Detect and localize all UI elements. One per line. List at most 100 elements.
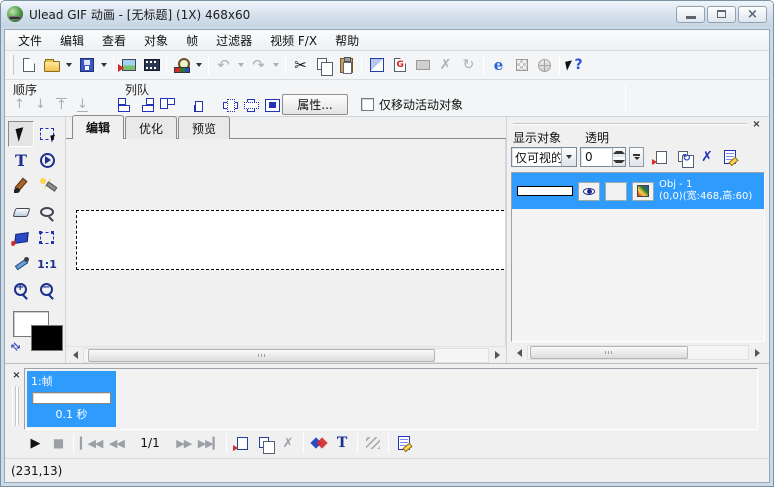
menu-item-edit[interactable]: 编辑 [51, 30, 93, 51]
scroll-left-button[interactable] [67, 348, 83, 363]
add-text-animation-button[interactable]: T [331, 432, 353, 454]
titlebar[interactable]: Ulead GIF 动画 - [无标题] (1X) 468x60 × [1, 1, 773, 27]
align-left-button[interactable] [115, 95, 136, 114]
minimize-button[interactable] [676, 6, 705, 23]
select-tool[interactable] [8, 121, 34, 147]
scroll-right-button[interactable] [489, 348, 505, 363]
zoom-in-tool[interactable]: + [8, 277, 34, 303]
separator [73, 433, 74, 453]
add-object-button[interactable] [651, 147, 671, 167]
menu-item-video-fx[interactable]: 视频 F/X [261, 30, 326, 51]
scroll-track[interactable] [527, 345, 749, 360]
move-active-only-checkbox[interactable] [361, 98, 374, 111]
fill-tool[interactable] [8, 225, 34, 251]
menu-item-filters[interactable]: 过滤器 [207, 30, 261, 51]
object-properties-button[interactable] [720, 147, 740, 167]
spin-down-button[interactable] [613, 157, 625, 166]
frame-panel-close-button[interactable]: × [10, 369, 23, 381]
gif-optimizer-button[interactable]: G [388, 54, 411, 77]
swap-colors-icon[interactable]: ⇄ [8, 339, 24, 355]
eyedropper-tool[interactable] [8, 251, 34, 277]
separator [625, 84, 626, 112]
brush-tool[interactable] [8, 173, 34, 199]
separator [113, 55, 114, 75]
panel-grip[interactable] [513, 123, 747, 125]
object-visibility-toggle[interactable] [578, 182, 600, 201]
scroll-right-button[interactable] [749, 345, 765, 360]
properties-button[interactable]: 属性... [282, 94, 348, 115]
menu-item-help[interactable]: 帮助 [326, 30, 368, 51]
save-dropdown[interactable] [98, 54, 110, 77]
crop-button[interactable] [365, 54, 388, 77]
center-both-button[interactable] [261, 95, 282, 114]
center-horizontal-button[interactable] [219, 95, 240, 114]
align-bottom-button[interactable] [188, 95, 209, 114]
transparency-input[interactable]: 0 [580, 147, 626, 167]
scroll-track[interactable] [83, 348, 489, 363]
frame-panel-grip[interactable] [12, 386, 16, 426]
toolbar-grip[interactable] [10, 55, 14, 75]
close-button[interactable]: × [738, 6, 767, 23]
paste-button[interactable] [335, 54, 358, 77]
add-video-button[interactable] [140, 54, 163, 77]
save-button[interactable] [75, 54, 98, 77]
menu-item-file[interactable]: 文件 [9, 30, 51, 51]
tab-edit[interactable]: 编辑 [72, 115, 124, 139]
text-tool[interactable]: T [8, 147, 34, 173]
add-frame-button[interactable] [231, 432, 253, 454]
add-image-button[interactable] [117, 54, 140, 77]
frame-item[interactable]: 1:帧 0.1 秒 [27, 371, 116, 427]
lasso-tool[interactable] [34, 199, 60, 225]
minimize-icon [686, 16, 696, 19]
scroll-left-button[interactable] [511, 345, 527, 360]
object-palette-button[interactable] [632, 182, 654, 201]
object-panel-close-button[interactable]: × [750, 118, 763, 130]
animation-tool[interactable] [34, 147, 60, 173]
eraser-tool[interactable] [8, 199, 34, 225]
center-vertical-button[interactable] [240, 95, 261, 114]
object-blank-toggle[interactable] [605, 182, 627, 201]
copy-button[interactable] [312, 54, 335, 77]
canvas-area[interactable] [66, 139, 506, 346]
preview-ie-button[interactable]: e [487, 54, 510, 77]
duplicate-frame-button[interactable] [254, 432, 276, 454]
magic-wand-tool[interactable] [34, 173, 60, 199]
frame-properties-button[interactable] [393, 432, 415, 454]
object-list[interactable]: Obj - 1 (0,0)(宽:468,高:60) [511, 172, 765, 342]
zoom-out-tool[interactable]: − [34, 277, 60, 303]
combo-dropdown-button[interactable] [561, 148, 576, 166]
align-right-button[interactable] [136, 95, 157, 114]
tab-preview[interactable]: 预览 [178, 116, 230, 139]
spin-up-button[interactable] [613, 148, 625, 157]
align-top-button[interactable] [157, 95, 178, 114]
open-dropdown[interactable] [63, 54, 75, 77]
frame-strip[interactable]: 1:帧 0.1 秒 [24, 368, 758, 430]
scroll-thumb[interactable] [530, 346, 688, 359]
actual-size-tool[interactable]: 1:1 [34, 251, 60, 277]
cut-button[interactable]: ✂ [289, 54, 312, 77]
transparency-slider-button[interactable] [629, 147, 644, 167]
play-button[interactable]: ▶ [24, 432, 46, 454]
duplicate-object-button[interactable]: ↻ [674, 147, 694, 167]
object-list-item[interactable]: Obj - 1 (0,0)(宽:468,高:60) [512, 173, 764, 209]
menu-item-view[interactable]: 查看 [93, 30, 135, 51]
show-objects-select[interactable]: 仅可视的 [511, 147, 577, 167]
canvas[interactable] [76, 210, 506, 270]
context-help-button[interactable]: ? [563, 54, 586, 77]
background-color-swatch[interactable] [31, 325, 63, 351]
export-button [411, 54, 434, 77]
maximize-button[interactable] [707, 6, 736, 23]
menu-item-object[interactable]: 对象 [135, 30, 177, 51]
scroll-thumb[interactable] [88, 349, 435, 362]
startup-wizard-button[interactable] [170, 54, 193, 77]
transform-tool[interactable] [34, 225, 60, 251]
open-button[interactable] [40, 54, 63, 77]
new-button[interactable] [17, 54, 40, 77]
tab-optimize[interactable]: 优化 [125, 116, 177, 139]
marquee-tool[interactable] [34, 121, 60, 147]
wizard-dropdown[interactable] [193, 54, 205, 77]
menu-item-frame[interactable]: 帧 [177, 30, 207, 51]
center-both-icon [263, 97, 280, 113]
add-banner-button[interactable] [308, 432, 330, 454]
delete-object-button[interactable]: ✗ [697, 147, 717, 167]
